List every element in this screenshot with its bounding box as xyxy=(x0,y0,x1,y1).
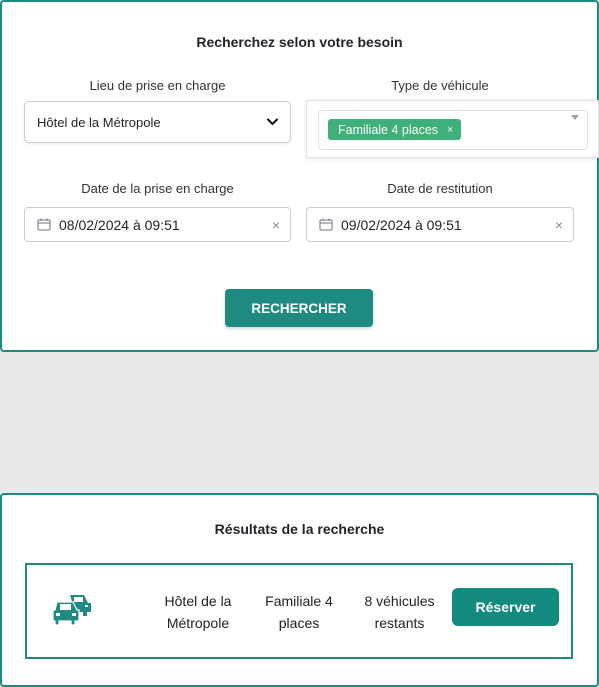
vehicle-type-tag-label: Familiale 4 places xyxy=(338,122,439,137)
dropdown-caret-icon[interactable] xyxy=(571,115,579,120)
pickup-location-value: Hôtel de la Métropole xyxy=(37,114,161,130)
search-title: Recherchez selon votre besoin xyxy=(196,34,403,50)
pickup-date-label: Date de la prise en charge xyxy=(81,181,234,196)
tag-remove-icon[interactable]: × xyxy=(447,124,453,136)
calendar-icon xyxy=(319,218,333,231)
vehicle-type-tag: Familiale 4 places × xyxy=(328,119,462,140)
result-location-line1: Hôtel de la xyxy=(164,593,232,609)
cars-icon xyxy=(53,595,91,626)
clear-icon[interactable]: × xyxy=(555,217,563,233)
pickup-date-value: 08/02/2024 à 09:51 xyxy=(59,216,180,233)
result-availability: 8 véhicules restants xyxy=(352,590,447,634)
return-date-label: Date de restitution xyxy=(387,181,493,196)
result-type-line1: Familiale 4 xyxy=(265,593,333,609)
result-location-line2: Métropole xyxy=(166,615,230,631)
vehicle-type-label: Type de véhicule xyxy=(391,78,489,93)
pickup-date-input[interactable]: 08/02/2024 à 09:51 × xyxy=(24,207,291,242)
result-availability-line1: 8 véhicules xyxy=(364,593,435,609)
chevron-down-icon xyxy=(267,118,278,125)
results-title: Résultats de la recherche xyxy=(214,521,385,537)
clear-icon[interactable]: × xyxy=(272,217,280,233)
result-location: Hôtel de la Métropole xyxy=(150,590,246,634)
return-date-value: 09/02/2024 à 09:51 xyxy=(341,216,462,233)
search-button[interactable]: RECHERCHER xyxy=(225,289,373,327)
return-date-input[interactable]: 09/02/2024 à 09:51 × xyxy=(306,207,574,242)
result-availability-line2: restants xyxy=(374,615,425,631)
pickup-location-label: Lieu de prise en charge xyxy=(89,78,226,93)
result-vehicle-type: Familiale 4 places xyxy=(254,590,344,634)
calendar-icon xyxy=(37,218,51,231)
reserve-button[interactable]: Réserver xyxy=(452,588,559,626)
result-type-line2: places xyxy=(278,615,320,631)
pickup-location-select[interactable]: Hôtel de la Métropole xyxy=(24,101,291,143)
